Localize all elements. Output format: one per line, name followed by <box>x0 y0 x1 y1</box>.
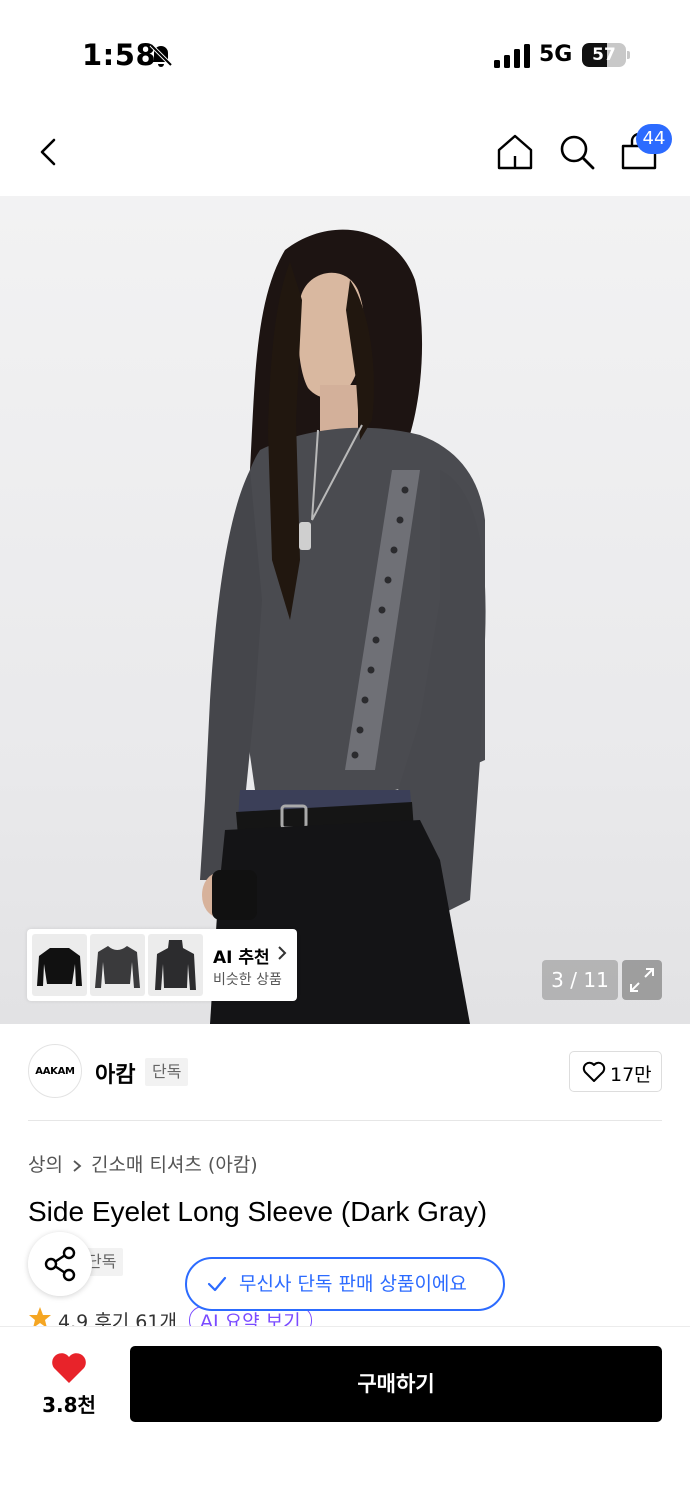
status-bar: 1:58 5G 57 <box>0 0 690 110</box>
ai-recommendation-title: AI 추천 <box>213 948 270 968</box>
battery-percent: 57 <box>592 45 616 65</box>
expand-icon[interactable] <box>622 960 662 1000</box>
brand-logo[interactable]: AAKAM <box>28 1044 82 1098</box>
image-counter: 3 / 11 <box>542 960 618 1000</box>
breadcrumb-item[interactable]: 상의 <box>28 1154 63 1176</box>
signal-icon <box>494 44 530 68</box>
top-nav <box>0 110 690 196</box>
recommendation-thumb[interactable] <box>148 934 203 996</box>
chevron-right-icon <box>278 946 287 960</box>
back-icon[interactable] <box>27 130 71 174</box>
home-icon[interactable] <box>493 130 537 174</box>
cart-count-badge: 44 <box>636 124 672 154</box>
brand-name[interactable]: 아캄 <box>95 1057 135 1089</box>
brand-like-count: 17만 <box>610 1064 652 1086</box>
divider <box>28 1120 662 1121</box>
check-icon <box>207 1276 227 1292</box>
recommendation-thumb[interactable] <box>90 934 145 996</box>
breadcrumb-item[interactable]: 긴소매 티셔츠 (아캄) <box>91 1154 258 1176</box>
heart-filled-icon[interactable] <box>50 1351 88 1385</box>
bell-off-icon <box>149 43 173 67</box>
recommendation-thumb[interactable] <box>32 934 87 996</box>
brand-exclusive-tag: 단독 <box>145 1058 189 1086</box>
chevron-right-icon <box>73 1159 82 1172</box>
product-photo <box>200 229 486 1024</box>
network-label: 5G <box>539 42 573 67</box>
product-title: Side Eyelet Long Sleeve (Dark Gray) <box>28 1196 488 1227</box>
buy-button[interactable]: 구매하기 <box>130 1346 662 1422</box>
breadcrumb: 상의 긴소매 티셔츠 (아캄) <box>28 1150 258 1177</box>
search-icon[interactable] <box>555 130 599 174</box>
star-icon <box>29 1307 51 1328</box>
share-button[interactable] <box>28 1232 92 1296</box>
wish-count: 3.8천 <box>42 1393 96 1417</box>
exclusive-notice: 무신사 단독 판매 상품이에요 <box>185 1257 505 1311</box>
battery-icon: 57 <box>582 43 630 67</box>
heart-outline-icon <box>582 1061 606 1082</box>
ai-recommendation-subtitle: 비슷한 상품 <box>213 972 282 988</box>
exclusive-notice-text: 무신사 단독 판매 상품이에요 <box>239 1273 467 1295</box>
brand-like-button[interactable]: 17만 <box>569 1051 662 1092</box>
status-time: 1:58 <box>82 38 157 72</box>
bottom-action-bar: 3.8천 구매하기 <box>0 1326 690 1500</box>
ai-recommendation-card[interactable]: AI 추천 비슷한 상품 <box>27 929 297 1001</box>
product-image-gallery[interactable] <box>0 196 690 1024</box>
